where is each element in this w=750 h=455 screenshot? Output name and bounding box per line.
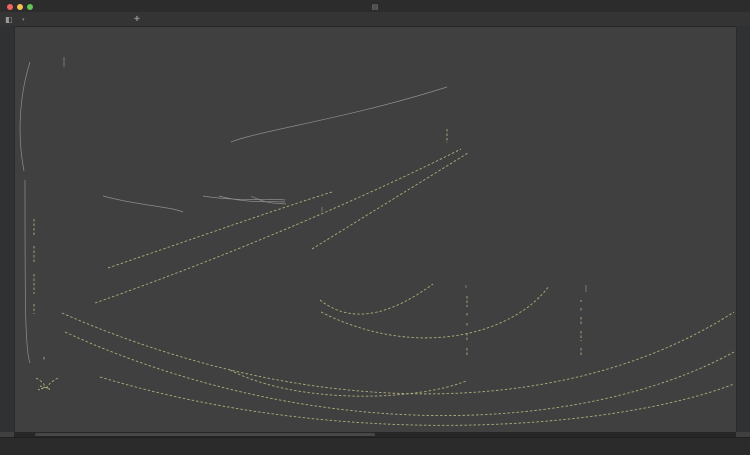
bottom-toolbar (0, 437, 750, 455)
h-scrollbar-thumb[interactable] (35, 433, 375, 436)
max-patcher-window: ▤ ◧ ▾ ✚ (0, 0, 750, 455)
patcher-canvas[interactable] (0, 0, 750, 455)
